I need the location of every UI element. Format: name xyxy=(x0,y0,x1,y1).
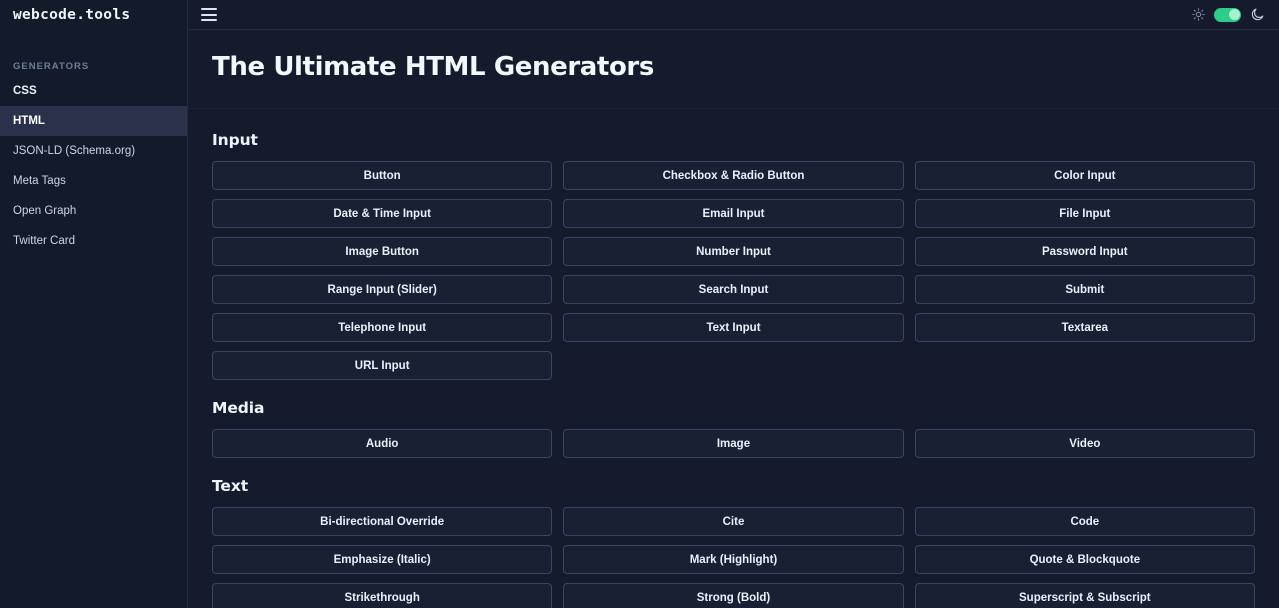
generator-button[interactable]: Video xyxy=(914,429,1255,458)
generator-button[interactable]: Image xyxy=(563,429,904,458)
generator-button[interactable]: Search Input xyxy=(563,275,904,304)
generator-button[interactable]: File Input xyxy=(914,199,1255,228)
generators-content: Input Button Checkbox & Radio Button Col… xyxy=(188,109,1279,608)
generator-button[interactable]: Code xyxy=(914,507,1255,536)
sidebar-item-html[interactable]: HTML xyxy=(0,106,187,136)
generator-button[interactable]: Date & Time Input xyxy=(212,199,553,228)
hamburger-line xyxy=(201,13,217,16)
page-title-band: The Ultimate HTML Generators xyxy=(188,30,1279,109)
generator-button[interactable]: Range Input (Slider) xyxy=(212,275,553,304)
hamburger-icon[interactable] xyxy=(201,8,217,21)
generator-button[interactable]: Password Input xyxy=(914,237,1255,266)
generator-button[interactable]: Quote & Blockquote xyxy=(914,545,1255,574)
brand-logo[interactable]: webcode.tools xyxy=(0,0,187,30)
sidebar-item-meta-tags[interactable]: Meta Tags xyxy=(0,166,187,196)
hamburger-line xyxy=(201,8,217,10)
generator-button[interactable]: Cite xyxy=(563,507,904,536)
sidebar-section-label: GENERATORS xyxy=(13,60,90,72)
app-root: webcode.tools GENERATORS CSS HTML JSON-L… xyxy=(0,0,1279,608)
generator-button[interactable]: Image Button xyxy=(212,237,553,266)
page-title: The Ultimate HTML Generators xyxy=(212,52,654,82)
generator-button[interactable]: Superscript & Subscript xyxy=(914,583,1255,608)
generator-button[interactable]: Strikethrough xyxy=(212,583,553,608)
generator-button[interactable]: Color Input xyxy=(914,161,1255,190)
generator-button[interactable]: Number Input xyxy=(563,237,904,266)
generator-button[interactable]: Text Input xyxy=(563,313,904,342)
section-title-text: Text xyxy=(212,477,249,495)
sun-icon[interactable] xyxy=(1192,8,1205,21)
generator-button[interactable]: Audio xyxy=(212,429,553,458)
section-title-input: Input xyxy=(212,131,258,149)
generator-button[interactable]: Textarea xyxy=(914,313,1255,342)
generator-button[interactable]: Bi-directional Override xyxy=(212,507,553,536)
generator-button[interactable]: URL Input xyxy=(212,351,553,380)
section-title-media: Media xyxy=(212,399,265,417)
theme-toggle[interactable] xyxy=(1214,7,1241,22)
generator-grid-media: Audio Image Video xyxy=(212,429,1255,458)
sidebar: webcode.tools GENERATORS CSS HTML JSON-L… xyxy=(0,0,188,608)
generator-button[interactable]: Telephone Input xyxy=(212,313,553,342)
section-text: Text Bi-directional Override Cite Code E… xyxy=(212,477,1255,608)
generator-grid-text: Bi-directional Override Cite Code Emphas… xyxy=(212,507,1255,608)
generator-button[interactable]: Button xyxy=(212,161,553,190)
generator-button[interactable]: Email Input xyxy=(563,199,904,228)
top-bar xyxy=(188,0,1279,30)
generator-button[interactable]: Strong (Bold) xyxy=(563,583,904,608)
sidebar-item-json-ld[interactable]: JSON-LD (Schema.org) xyxy=(0,136,187,166)
generator-button[interactable]: Checkbox & Radio Button xyxy=(563,161,904,190)
main-area: The Ultimate HTML Generators Input Butto… xyxy=(188,0,1279,608)
section-input: Input Button Checkbox & Radio Button Col… xyxy=(212,131,1255,380)
hamburger-line xyxy=(201,19,217,21)
sidebar-item-css[interactable]: CSS xyxy=(0,76,187,106)
generator-button[interactable]: Mark (Highlight) xyxy=(563,545,904,574)
generator-button[interactable]: Emphasize (Italic) xyxy=(212,545,553,574)
generator-grid-input: Button Checkbox & Radio Button Color Inp… xyxy=(212,161,1255,380)
theme-controls xyxy=(1192,7,1265,22)
toggle-knob xyxy=(1228,9,1240,20)
moon-icon[interactable] xyxy=(1250,7,1265,22)
generator-button[interactable]: Submit xyxy=(914,275,1255,304)
sidebar-nav: CSS HTML JSON-LD (Schema.org) Meta Tags … xyxy=(0,76,187,256)
sidebar-item-twitter-card[interactable]: Twitter Card xyxy=(0,226,187,256)
section-media: Media Audio Image Video xyxy=(212,399,1255,458)
sidebar-item-open-graph[interactable]: Open Graph xyxy=(0,196,187,226)
